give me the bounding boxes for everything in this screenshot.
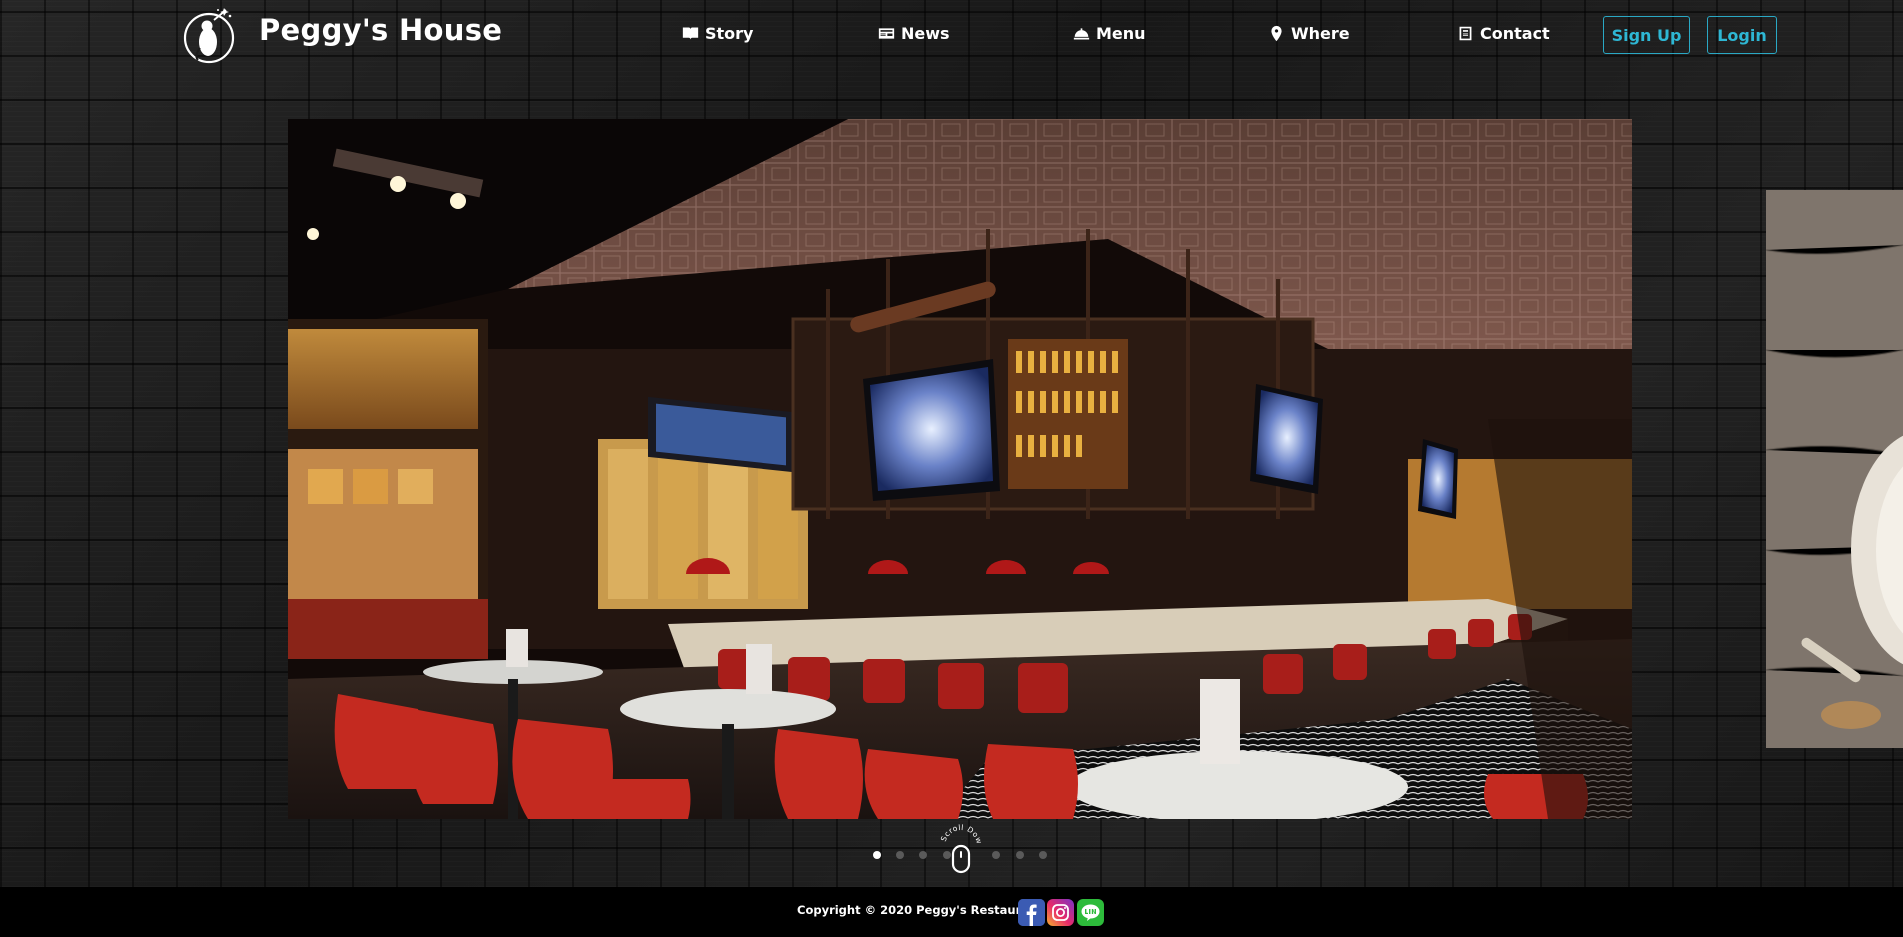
nav-news[interactable]: News: [878, 22, 950, 44]
site-header: Peggy's House Story News Menu Where Cont…: [0, 0, 1903, 68]
carousel-dot-1[interactable]: [873, 851, 881, 859]
hero-slide-image[interactable]: [288, 119, 1632, 819]
site-footer: Copyright © 2020 Peggy's Restaurant: [0, 887, 1903, 937]
line-icon: [1077, 899, 1104, 926]
newspaper-icon: [878, 27, 895, 39]
map-marker-icon: [1271, 25, 1282, 41]
nav-story-label: Story: [705, 23, 754, 43]
login-button[interactable]: Login: [1707, 16, 1777, 54]
contact-card-icon: [1459, 26, 1472, 40]
carousel-dot-6[interactable]: [1016, 851, 1024, 859]
brand-name[interactable]: Peggy's House: [259, 13, 502, 47]
nav-news-label: News: [901, 23, 950, 43]
scroll-down-label: Scroll Down: [932, 817, 983, 845]
food-dish-image: [1766, 190, 1903, 748]
mouse-scroll-icon: Scroll Down: [932, 817, 984, 874]
nav-contact-label: Contact: [1480, 23, 1550, 43]
nav-story[interactable]: Story: [682, 22, 753, 44]
next-slide-preview[interactable]: [1766, 190, 1903, 748]
nav-menu[interactable]: Menu: [1073, 22, 1146, 44]
signup-button[interactable]: Sign Up: [1603, 16, 1690, 54]
nav-contact[interactable]: Contact: [1457, 22, 1550, 44]
svg-text:Scroll Down: Scroll Down: [935, 824, 984, 845]
line-link[interactable]: [1077, 899, 1104, 926]
serving-dish-icon: [1073, 27, 1090, 39]
instagram-icon: [1047, 899, 1074, 926]
book-icon: [682, 27, 699, 39]
scroll-down-indicator[interactable]: Scroll Down: [932, 817, 987, 876]
copyright-text: Copyright © 2020 Peggy's Restaurant: [797, 903, 1043, 917]
carousel-dot-5[interactable]: [992, 851, 1000, 859]
carousel-dot-2[interactable]: [896, 851, 904, 859]
restaurant-interior-image: [288, 119, 1632, 819]
nav-menu-label: Menu: [1096, 23, 1146, 43]
nav-where[interactable]: Where: [1268, 22, 1350, 44]
peggy-logo-icon: [183, 8, 235, 64]
carousel-dot-3[interactable]: [919, 851, 927, 859]
carousel-dot-7[interactable]: [1039, 851, 1047, 859]
facebook-link[interactable]: [1018, 899, 1045, 926]
facebook-icon: [1018, 899, 1045, 926]
instagram-link[interactable]: [1047, 899, 1074, 926]
logo[interactable]: [178, 4, 240, 66]
nav-where-label: Where: [1291, 23, 1350, 43]
